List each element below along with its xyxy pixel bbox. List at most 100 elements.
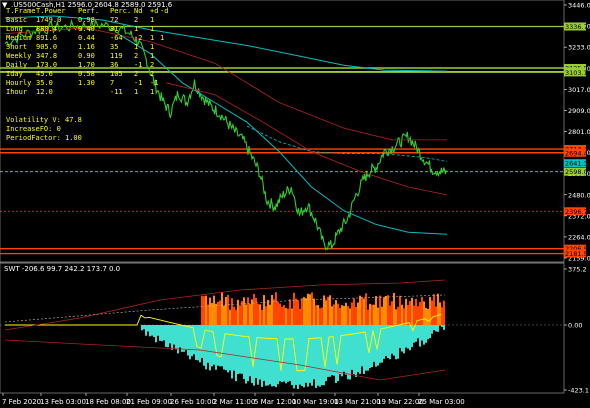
histogram-bar-negative: [351, 325, 353, 370]
histogram-bar-positive: [233, 306, 235, 325]
histogram-bar-negative: [311, 325, 313, 386]
histogram-bar-negative: [229, 325, 231, 371]
table-cell: 105: [110, 70, 123, 78]
histogram-bar-negative: [217, 325, 219, 366]
chart-canvas[interactable]: SWT -206.6 99.7 242.2 173.7 0.0 T.Frame T…: [0, 0, 590, 408]
histogram-bar-negative: [213, 325, 215, 365]
indicator-axis-label: 375.2: [568, 266, 587, 274]
histogram-bar-negative: [319, 325, 321, 387]
histogram-bar-negative: [185, 325, 187, 350]
table-cell: 1: [150, 34, 154, 42]
histogram-bar-positive: [397, 306, 399, 325]
price-axis-label: 2909.0: [568, 107, 590, 115]
table-cell: -1: [134, 61, 142, 69]
histogram-bar-positive: [299, 308, 301, 325]
histogram-bar-positive: [331, 306, 333, 325]
histogram-bar-positive: [437, 293, 439, 325]
histogram-bar-positive: [441, 307, 443, 325]
histogram-bar-negative: [431, 325, 433, 334]
histogram-bar-positive: [431, 300, 433, 325]
time-axis-label: 26 Feb 10:00: [170, 398, 216, 406]
histogram-bar-negative: [199, 325, 201, 363]
histogram-bar-negative: [187, 325, 189, 356]
histogram-bar-positive: [319, 308, 321, 325]
histogram-bar-negative: [423, 325, 425, 345]
histogram-bar-positive: [411, 297, 413, 325]
histogram-bar-positive: [329, 295, 331, 325]
histogram-bar-positive: [395, 309, 397, 325]
histogram-bar-negative: [227, 325, 229, 373]
histogram-bar-positive: [355, 306, 357, 325]
table-cell: 81: [110, 25, 118, 33]
histogram-bar-negative: [205, 325, 207, 370]
table-cell: 1: [160, 34, 164, 42]
histogram-bar-positive: [357, 302, 359, 325]
histogram-bar-positive: [413, 305, 415, 325]
histogram-bar-positive: [419, 302, 421, 325]
table-header-d: +d: [150, 7, 158, 15]
histogram-bar-negative: [425, 325, 427, 343]
histogram-bar-negative: [263, 325, 265, 381]
histogram-bar-negative: [307, 325, 309, 387]
histogram-bar-positive: [219, 300, 221, 325]
table-cell: 1: [150, 88, 154, 96]
table-cell: Medium: [6, 34, 31, 42]
time-axis-label: 5 Mar 12:00: [254, 398, 296, 406]
histogram-bar-negative: [209, 325, 211, 371]
histogram-bar-negative: [179, 325, 181, 348]
histogram-bar-positive: [239, 305, 241, 325]
envelope-lower-line: [166, 82, 448, 196]
histogram-bar-positive: [359, 295, 361, 325]
histogram-bar-negative: [409, 325, 411, 351]
histogram-bar-positive: [327, 296, 329, 325]
histogram-bar-negative: [173, 325, 175, 345]
table-cell: 35.0: [36, 79, 53, 87]
table-cell: -11: [110, 88, 123, 96]
histogram-bar-negative: [401, 325, 403, 352]
histogram-bar-negative: [191, 325, 193, 357]
histogram-bar-negative: [257, 325, 259, 385]
histogram-bar-positive: [345, 302, 347, 325]
histogram-bar-positive: [203, 296, 205, 325]
histogram-bar-negative: [443, 325, 445, 330]
histogram-bar-negative: [303, 325, 305, 388]
price-tag-label: 3336.7: [565, 23, 588, 31]
histogram-bar-negative: [389, 325, 391, 360]
histogram-bar-positive: [265, 306, 267, 325]
histogram-bar-positive: [243, 297, 245, 325]
histogram-bar-negative: [163, 325, 165, 341]
histogram-bar-negative: [345, 325, 347, 375]
histogram-bar-negative: [181, 325, 183, 352]
histogram-bar-negative: [197, 325, 199, 361]
histogram-bar-negative: [267, 325, 269, 386]
histogram-bar-negative: [287, 325, 289, 382]
histogram-bar-negative: [331, 325, 333, 376]
table-cell: -1: [150, 79, 158, 87]
histogram-bar-positive: [249, 304, 251, 325]
histogram-bar-positive: [403, 308, 405, 325]
histogram-bar-positive: [335, 300, 337, 325]
histogram-bar-negative: [421, 325, 423, 341]
table-cell: Short: [6, 43, 27, 51]
table-cell: 2: [150, 61, 154, 69]
histogram-bar-negative: [329, 325, 331, 377]
histogram-bar-negative: [391, 325, 393, 354]
histogram-bar-negative: [169, 325, 171, 344]
histogram-bar-negative: [381, 325, 383, 363]
time-axis-label: 13 Mar 21:00: [334, 398, 381, 406]
histogram-bar-positive: [293, 292, 295, 325]
histogram-bar-negative: [321, 325, 323, 386]
histogram-bar-negative: [269, 325, 271, 385]
histogram-bar-positive: [267, 299, 269, 325]
table-cell: Iday: [6, 70, 23, 78]
histogram-bar-negative: [271, 325, 273, 387]
time-axis-label: 21 Feb 09:00: [126, 398, 172, 406]
table-cell: 1: [150, 43, 154, 51]
table-cell: -2: [134, 34, 142, 42]
histogram-bar-positive: [353, 298, 355, 325]
histogram-bar-negative: [141, 325, 143, 331]
table-cell: 891.6: [36, 34, 57, 42]
histogram-bar-negative: [433, 325, 435, 331]
histogram-bar-negative: [347, 325, 349, 380]
indicator-axis-label: 0.00: [568, 322, 582, 330]
